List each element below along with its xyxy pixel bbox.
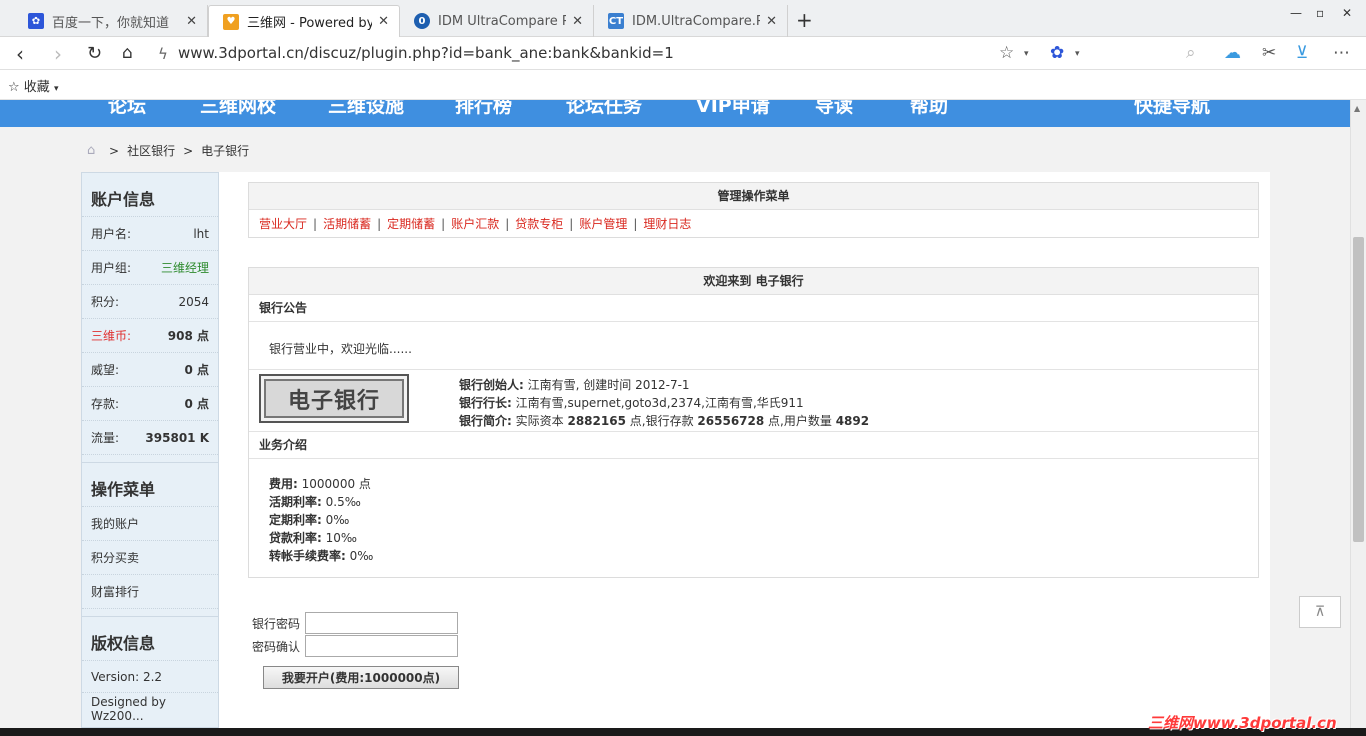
nav-item[interactable]: 帮助 (910, 100, 948, 118)
more-icon[interactable]: ⋯ (1333, 43, 1350, 63)
chevron-down-icon: ▾ (53, 84, 59, 94)
account-row-prestige: 威望: 0 点 (82, 353, 218, 387)
breadcrumb-item[interactable]: 电子银行 (201, 142, 249, 159)
address-bar: ‹ › ↻ ⌂ ϟ www.3dportal.cn/discuz/plugin.… (0, 37, 1366, 70)
business-details: 费用: 1000000 点 活期利率: 0.5‰ 定期利率: 0‰ 贷款利率: … (269, 477, 374, 563)
bank-info: 电子银行 银行创始人: 江南有雪, 创建时间 2012-7-1 银行行长: 江南… (249, 370, 1258, 432)
tab-baidu[interactable]: ✿ 百度一下，你就知道 ✕ (14, 5, 208, 37)
cloud-icon[interactable]: ☁ (1224, 43, 1241, 63)
account-row-deposit: 存款: 0 点 (82, 387, 218, 421)
admin-menu-box: 管理操作菜单 营业大厅 | 活期储蓄 | 定期储蓄 | 账户汇款 | 贷款专柜 | 账户管… (248, 182, 1259, 238)
tab-idm-1[interactable]: 0 IDM UltraCompare Pr ✕ (400, 5, 594, 37)
breadcrumb-item[interactable]: 社区银行 (127, 142, 175, 159)
baidu-search-icon[interactable]: ✿ (1050, 43, 1064, 63)
close-icon[interactable]: ✕ (186, 14, 197, 29)
version-text: Version: 2.2 (82, 661, 218, 693)
home-icon[interactable]: ⌂ (122, 43, 133, 63)
vertical-scrollbar[interactable]: ▲ (1350, 100, 1366, 728)
close-icon[interactable]: ✕ (378, 14, 389, 29)
new-tab-icon[interactable]: + (796, 8, 813, 32)
confirm-password-input[interactable] (305, 635, 458, 657)
chevron-down-icon[interactable]: ▾ (1075, 49, 1080, 59)
scissors-icon[interactable]: ✂ (1262, 43, 1276, 63)
account-row-username: 用户名: lht (82, 217, 218, 251)
account-row-points: 积分: 2054 (82, 285, 218, 319)
link-finance-log[interactable]: 理财日志 (643, 215, 691, 232)
star-icon[interactable]: ☆ (999, 43, 1014, 63)
notice-text: 银行营业中，欢迎光临...... (249, 322, 1258, 370)
nav-item[interactable]: 论坛 (108, 100, 146, 118)
nav-item[interactable]: 论坛任务 (566, 100, 642, 118)
nav-item[interactable]: 排行榜 (455, 100, 512, 118)
open-account-form: 银行密码 密码确认 我要开户(费用:1000000点) (252, 612, 459, 689)
welcome-title: 欢迎来到 电子银行 (249, 268, 1258, 295)
tab-bar: ✿ 百度一下，你就知道 ✕ ♥ 三维网 - Powered by D ✕ 0 I… (0, 0, 1366, 37)
welcome-box: 欢迎来到 电子银行 银行公告 银行营业中，欢迎光临...... 电子银行 银行创… (248, 267, 1259, 578)
copyright-title: 版权信息 (82, 617, 218, 661)
menu-points-trade[interactable]: 积分买卖 (82, 541, 218, 575)
scroll-up-icon[interactable]: ▲ (1354, 104, 1360, 113)
site-nav: 论坛 三维网校 三维设施 排行榜 论坛任务 VIP申请 导读 帮助 快捷导航 (0, 100, 1350, 127)
business-heading: 业务介绍 (249, 432, 1258, 459)
link-loan[interactable]: 贷款专柜 (515, 215, 563, 232)
nav-item[interactable]: 三维设施 (328, 100, 404, 118)
open-account-button[interactable]: 我要开户(费用:1000000点) (263, 666, 459, 689)
watermark: 三维网www.3dportal.cn (1148, 714, 1337, 732)
notice-heading: 银行公告 (249, 295, 1258, 322)
menu-wealth-rank[interactable]: 财富排行 (82, 575, 218, 609)
restore-icon[interactable]: ▫ (1316, 6, 1324, 20)
nav-item[interactable]: 三维网校 (200, 100, 276, 118)
paw-icon: ✿ (28, 13, 44, 29)
download-icon[interactable]: ⊻ (1296, 43, 1308, 63)
tab-3dportal[interactable]: ♥ 三维网 - Powered by D ✕ (208, 5, 400, 37)
url-field[interactable]: www.3dportal.cn/discuz/plugin.php?id=ban… (178, 44, 674, 62)
link-account-manage[interactable]: 账户管理 (579, 215, 627, 232)
breadcrumb: ⌂ > 社区银行 > 电子银行 (87, 142, 250, 159)
admin-menu-links: 营业大厅 | 活期储蓄 | 定期储蓄 | 账户汇款 | 贷款专柜 | 账户管理 | 理财日志 (259, 215, 692, 232)
main-panel: 管理操作菜单 营业大厅 | 活期储蓄 | 定期储蓄 | 账户汇款 | 贷款专柜 | 账户管… (219, 172, 1270, 728)
chevron-down-icon[interactable]: ▾ (1024, 49, 1029, 59)
admin-menu-title: 管理操作菜单 (249, 183, 1258, 210)
back-to-top-icon[interactable]: ⊼ (1299, 596, 1341, 628)
window-close-icon[interactable]: ✕ (1342, 6, 1352, 20)
bank-password-input[interactable] (305, 612, 458, 634)
minimize-icon[interactable]: — (1290, 6, 1302, 20)
confirm-label: 密码确认 (252, 639, 301, 654)
nav-item[interactable]: VIP申请 (696, 100, 770, 118)
lightning-icon: ϟ (158, 45, 168, 63)
link-lobby[interactable]: 营业大厅 (259, 215, 307, 232)
idm-icon: 0 (414, 13, 430, 29)
back-icon[interactable]: ‹ (16, 42, 24, 66)
bank-details: 银行创始人: 江南有雪, 创建时间 2012-7-1 银行行长: 江南有雪,su… (459, 378, 870, 428)
close-icon[interactable]: ✕ (572, 14, 583, 29)
site-logo-icon: ♥ (223, 13, 239, 30)
link-demand-deposit[interactable]: 活期储蓄 (323, 215, 371, 232)
sidebar: 账户信息 用户名: lht 用户组: 三维经理 积分: 2054 三维币: 908 点 … (81, 172, 219, 728)
designer-text: Designed by Wz200... (91, 695, 166, 723)
link-remittance[interactable]: 账户汇款 (451, 215, 499, 232)
nav-item[interactable]: 快捷导航 (1134, 100, 1210, 118)
bookmark-bar: ☆ 收藏 ▾ (0, 70, 1366, 100)
star-icon: ☆ (8, 80, 20, 95)
home-icon[interactable]: ⌂ (87, 144, 101, 157)
password-label: 银行密码 (252, 616, 301, 631)
scroll-thumb[interactable] (1353, 237, 1364, 542)
bookmarks-menu[interactable]: ☆ 收藏 ▾ (8, 76, 58, 95)
account-info-title: 账户信息 (82, 173, 218, 217)
menu-my-account[interactable]: 我的账户 (82, 507, 218, 541)
reload-icon[interactable]: ↻ (87, 43, 102, 64)
account-row-coins: 三维币: 908 点 (82, 319, 218, 353)
forward-icon[interactable]: › (54, 42, 62, 66)
tab-idm-2[interactable]: CT IDM.UltraCompare.Pr ✕ (594, 5, 788, 37)
account-row-traffic: 流量: 395801 K (82, 421, 218, 455)
ct-icon: CT (608, 13, 624, 29)
bank-logo: 电子银行 (259, 374, 409, 423)
account-row-group: 用户组: 三维经理 (82, 251, 218, 285)
operation-menu-title: 操作菜单 (82, 463, 218, 507)
nav-item[interactable]: 导读 (815, 100, 853, 118)
search-icon[interactable]: ⌕ (1186, 43, 1196, 63)
link-fixed-deposit[interactable]: 定期储蓄 (387, 215, 435, 232)
close-icon[interactable]: ✕ (766, 14, 777, 29)
